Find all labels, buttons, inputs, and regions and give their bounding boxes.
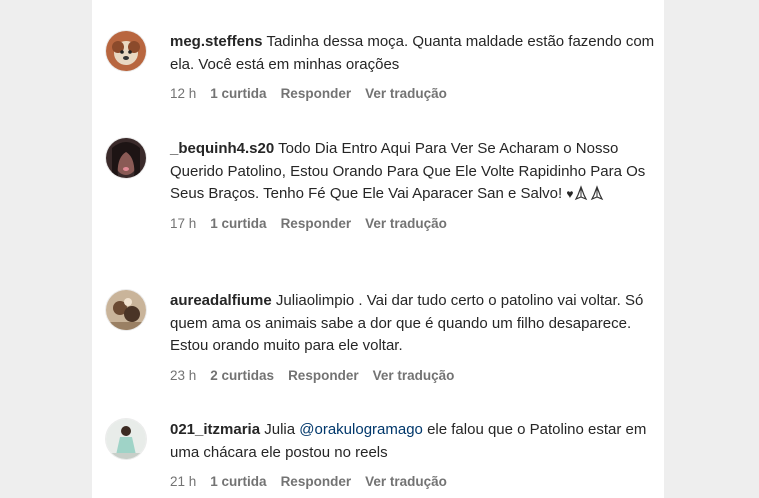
reply-button[interactable]: Responder — [281, 216, 352, 231]
comment-likes[interactable]: 1 curtida — [210, 86, 266, 101]
translate-button[interactable]: Ver tradução — [373, 368, 455, 383]
mention-link[interactable]: @orakulogramago — [299, 421, 423, 438]
avatar[interactable] — [106, 290, 146, 330]
comment-time[interactable]: 12 h — [170, 86, 196, 101]
comment-meta: 21 h 1 curtida Responder Ver tradução — [170, 474, 660, 489]
comment-username[interactable]: aureadalfiume — [170, 292, 272, 309]
comment-likes[interactable]: 1 curtida — [210, 474, 266, 489]
translate-button[interactable]: Ver tradução — [365, 216, 447, 231]
heart-emoji: ♥ — [566, 187, 574, 201]
comment-text: 021_itzmaria Julia @orakulogramago ele f… — [170, 419, 660, 464]
comment-text: meg.steffens Tadinha dessa moça. Quanta … — [170, 31, 660, 76]
avatar[interactable] — [106, 138, 146, 178]
reply-button[interactable]: Responder — [281, 474, 352, 489]
comment-username[interactable]: 021_itzmaria — [170, 421, 260, 438]
praying-emoji-icon — [591, 185, 604, 201]
comment-username[interactable]: meg.steffens — [170, 33, 263, 50]
comment-time[interactable]: 23 h — [170, 368, 196, 383]
avatar[interactable] — [106, 419, 146, 459]
reply-button[interactable]: Responder — [281, 86, 352, 101]
comment-time[interactable]: 17 h — [170, 216, 196, 231]
comment-text: _bequinh4.s20 Todo Dia Entro Aqui Para V… — [170, 138, 660, 206]
comment-time[interactable]: 21 h — [170, 474, 196, 489]
avatar[interactable] — [106, 31, 146, 71]
reply-button[interactable]: Responder — [288, 368, 359, 383]
comment-likes[interactable]: 2 curtidas — [210, 368, 274, 383]
comment-meta: 17 h 1 curtida Responder Ver tradução — [170, 216, 660, 231]
translate-button[interactable]: Ver tradução — [365, 86, 447, 101]
comment-likes[interactable]: 1 curtida — [210, 216, 266, 231]
translate-button[interactable]: Ver tradução — [365, 474, 447, 489]
comment-meta: 23 h 2 curtidas Responder Ver tradução — [170, 368, 660, 383]
comment-meta: 12 h 1 curtida Responder Ver tradução — [170, 86, 660, 101]
comment-text: aureadalfiume Juliaolimpio . Vai dar tud… — [170, 290, 660, 358]
comment-body-start: Julia — [264, 421, 300, 438]
praying-emoji-icon — [575, 185, 588, 201]
comments-panel: meg.steffens Tadinha dessa moça. Quanta … — [92, 0, 664, 498]
comment-username[interactable]: _bequinh4.s20 — [170, 140, 274, 157]
